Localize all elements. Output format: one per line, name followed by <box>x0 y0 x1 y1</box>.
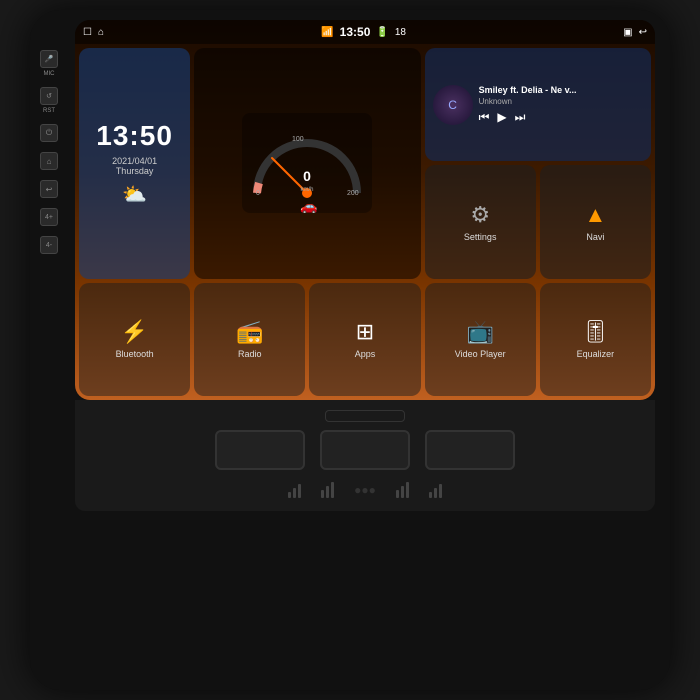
play-button[interactable]: ▶ <box>497 110 506 125</box>
prev-button[interactable]: ⏮ <box>479 110 490 125</box>
mic-label: MIC <box>44 71 55 77</box>
screen: ☐ ⌂ 📶 13:50 🔋 18 ▣ ↩ 13:50 <box>75 20 655 400</box>
battery-level: 18 <box>395 27 406 38</box>
battery-icon: 🔋 <box>376 27 388 38</box>
bluetooth-icon: ⚡ <box>121 319 148 345</box>
svg-text:0: 0 <box>303 168 311 184</box>
rst-label: RST <box>43 108 55 114</box>
button-row <box>95 430 635 470</box>
svg-text:0: 0 <box>256 190 260 197</box>
power-button[interactable]: ⏻ <box>40 124 58 142</box>
car-unit: 🎤 MIC ↺ RST ⏻ ⌂ ↩ 4+ <box>30 10 670 690</box>
svg-text:100: 100 <box>292 136 304 143</box>
music-info: Smiley ft. Delia - Ne v... Unknown ⏮ ▶ ⏭ <box>479 85 643 125</box>
bluetooth-tile[interactable]: ⚡ Bluetooth <box>79 283 190 396</box>
bluetooth-label: Bluetooth <box>116 349 154 359</box>
music-tile[interactable]: C Smiley ft. Delia - Ne v... Unknown ⏮ ▶… <box>425 48 651 161</box>
status-bar: ☐ ⌂ 📶 13:50 🔋 18 ▣ ↩ <box>75 20 655 44</box>
level-indicator-2 <box>321 482 334 498</box>
back-status-icon: ↩ <box>639 27 647 38</box>
radio-icon: 📻 <box>236 319 263 345</box>
panel-button-3[interactable] <box>425 430 515 470</box>
radio-tile[interactable]: 📻 Radio <box>194 283 305 396</box>
level-indicator-3 <box>396 482 409 498</box>
equalizer-tile[interactable]: 🎚 Equalizer <box>540 283 651 396</box>
weather-icon: ⛅ <box>122 182 147 207</box>
main-grid: 13:50 2021/04/01 Thursday ⛅ <box>75 44 655 400</box>
home-button[interactable]: ⌂ <box>40 152 58 170</box>
svg-text:km/h: km/h <box>301 187 314 193</box>
screen-icon: ▣ <box>623 27 632 38</box>
panel-button-1[interactable] <box>215 430 305 470</box>
video-tile[interactable]: 📺 Video Player <box>425 283 536 396</box>
navi-tile[interactable]: ▲ Navi <box>540 165 651 278</box>
navigation-icon: ▲ <box>585 202 607 228</box>
apps-icon: ⊞ <box>356 319 374 345</box>
equalizer-label: Equalizer <box>577 349 615 359</box>
next-button[interactable]: ⏭ <box>515 110 526 125</box>
speedometer-tile[interactable]: 0 100 200 0 km/h 🚗 <box>194 48 420 279</box>
dot-indicator: ●●● <box>354 483 376 497</box>
lower-panel: ●●● <box>75 400 655 511</box>
left-side-buttons: 🎤 MIC ↺ RST ⏻ ⌂ ↩ 4+ <box>40 50 58 254</box>
music-controls[interactable]: ⏮ ▶ ⏭ <box>479 110 643 125</box>
video-label: Video Player <box>455 349 506 359</box>
radio-label: Radio <box>238 349 262 359</box>
music-title: Smiley ft. Delia - Ne v... <box>479 85 643 95</box>
mic-button[interactable]: 🎤 <box>40 50 58 68</box>
rst-button[interactable]: ↺ <box>40 87 58 105</box>
speedometer-svg: 0 100 200 0 km/h 🚗 <box>242 113 372 213</box>
settings-label: Settings <box>464 232 497 242</box>
svg-text:200: 200 <box>347 190 359 197</box>
clock-tile[interactable]: 13:50 2021/04/01 Thursday ⛅ <box>79 48 190 279</box>
apps-tile[interactable]: ⊞ Apps <box>309 283 420 396</box>
vol-up-button[interactable]: 4+ <box>40 208 58 226</box>
back-button[interactable]: ↩ <box>40 180 58 198</box>
apps-label: Apps <box>355 349 376 359</box>
settings-tile[interactable]: ⚙ Settings <box>425 165 536 278</box>
home-status-icon: ⌂ <box>98 27 104 38</box>
clock-date: 2021/04/01 Thursday <box>112 156 157 176</box>
svg-text:🚗: 🚗 <box>300 198 317 213</box>
bottom-controls: ●●● <box>95 482 635 506</box>
music-artist: Unknown <box>479 97 643 106</box>
status-time: 13:50 <box>340 25 371 39</box>
vent-slot <box>325 410 405 422</box>
equalizer-icon: 🎚 <box>581 319 609 345</box>
clock-display: 13:50 <box>96 120 173 152</box>
wifi-icon: 📶 <box>321 27 333 38</box>
album-art: C <box>433 85 473 125</box>
level-indicator-4 <box>429 482 442 498</box>
window-icon: ☐ <box>83 27 92 38</box>
navi-label: Navi <box>586 232 604 242</box>
panel-button-2[interactable] <box>320 430 410 470</box>
video-icon: 📺 <box>466 319 493 345</box>
vol-down-button[interactable]: 4- <box>40 236 58 254</box>
gear-icon: ⚙ <box>470 202 490 228</box>
level-indicator-1 <box>288 482 301 498</box>
